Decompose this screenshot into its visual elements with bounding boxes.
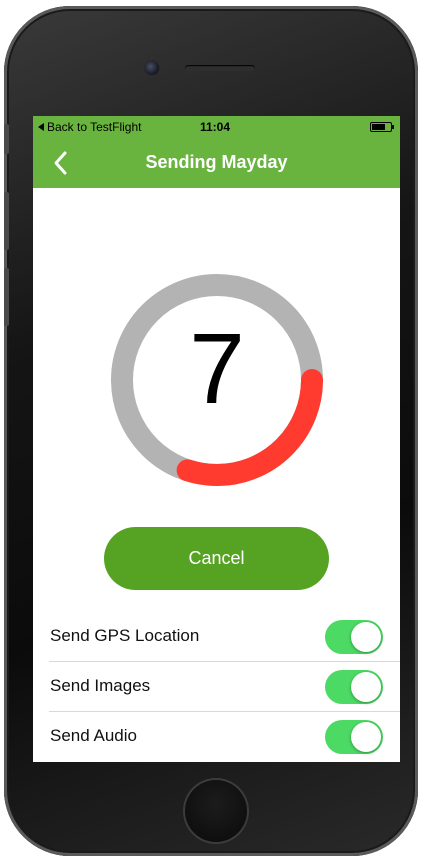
status-time: 11:04 <box>200 120 231 134</box>
back-triangle-icon <box>38 123 44 131</box>
navigation-bar: Sending Mayday <box>33 138 400 188</box>
earpiece-speaker <box>185 65 255 71</box>
images-toggle[interactable] <box>325 670 383 704</box>
countdown-number: 7 <box>189 313 245 425</box>
volume-down-button <box>4 268 9 326</box>
gps-location-toggle[interactable] <box>325 620 383 654</box>
option-label-gps: Send GPS Location <box>50 626 200 645</box>
toggle-knob <box>351 722 381 752</box>
toggle-knob <box>351 672 381 702</box>
options-list: Send GPS Location Send Images Send Audio <box>33 611 400 761</box>
option-row-gps: Send GPS Location <box>33 611 400 661</box>
mute-switch <box>4 124 9 154</box>
home-button[interactable] <box>185 780 247 842</box>
battery-fill <box>372 124 385 130</box>
option-label-images: Send Images <box>50 676 151 695</box>
back-to-app-label: Back to TestFlight <box>47 120 142 134</box>
option-row-images: Send Images <box>33 661 400 711</box>
back-to-app-link[interactable]: Back to TestFlight <box>38 120 142 134</box>
option-row-audio: Send Audio <box>33 711 400 761</box>
page-title: Sending Mayday <box>145 152 288 172</box>
volume-up-button <box>4 192 9 250</box>
front-camera <box>145 61 159 75</box>
battery-icon <box>370 122 394 132</box>
option-label-audio: Send Audio <box>50 726 137 745</box>
app-screen: Back to TestFlight 11:04 Sending Mayday … <box>33 116 400 762</box>
countdown-timer: 7 <box>111 274 323 486</box>
cancel-button[interactable]: Cancel <box>104 527 329 590</box>
audio-toggle[interactable] <box>325 720 383 754</box>
status-bar: Back to TestFlight 11:04 <box>33 116 400 138</box>
toggle-knob <box>351 622 381 652</box>
